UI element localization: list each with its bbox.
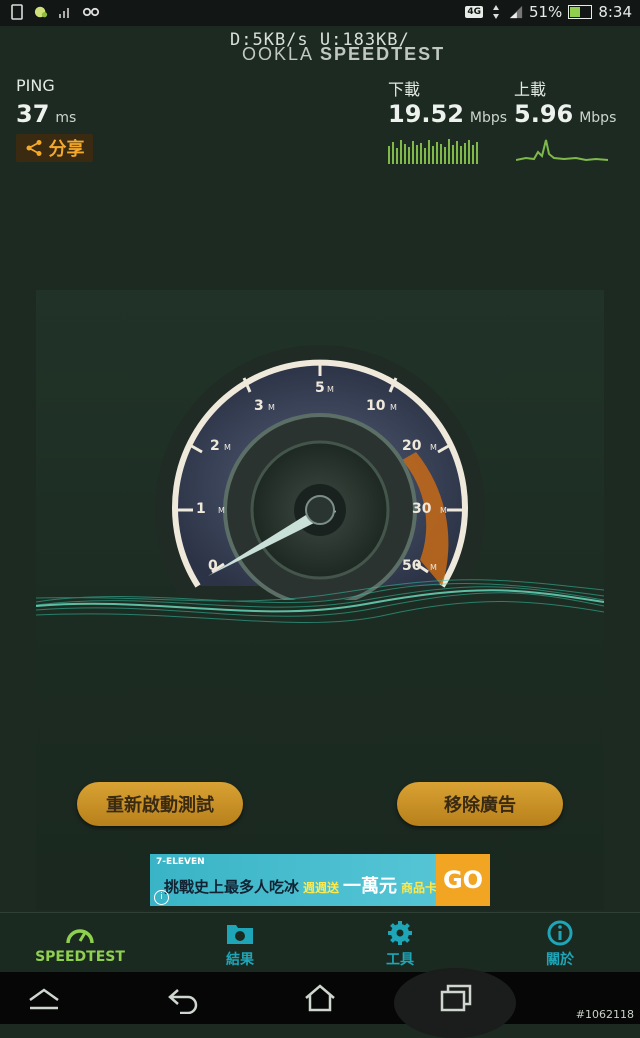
chat-app-icon [34,6,48,18]
svg-text:M: M [268,403,275,412]
clock: 8:34 [598,3,632,21]
tab-about[interactable]: 關於 [505,919,615,969]
upload-value: 5.96 Mbps [514,100,617,128]
bottom-tab-bar: SPEEDTEST 結果 工具 關於 [0,912,640,973]
gauge-label-2: 2 [210,438,220,454]
home-icon[interactable] [300,982,340,1014]
tab-tools[interactable]: 工具 [345,919,455,969]
gear-icon [388,921,412,945]
ping-label: PING [16,76,55,95]
ookla-logo: OOKLA SPEEDTEST [242,44,446,64]
svg-text:M: M [430,443,437,452]
share-button[interactable]: 分享 [16,134,93,162]
tab-speedtest-label: SPEEDTEST [35,949,125,965]
restart-test-button[interactable]: 重新啟動測試 [77,782,243,826]
ad-banner[interactable]: 7-ELEVEN 挑戰史上最多人吃冰 週週送 一萬元 商品卡 i GO [150,854,490,906]
upload-sparkline [516,139,608,162]
gauge-label-20: 20 [402,438,422,454]
remove-ads-button[interactable]: 移除廣告 [397,782,563,826]
download-value: 19.52 Mbps [388,100,508,128]
status-icons-right: 4G 51% 8:34 [465,3,632,21]
recents-icon[interactable] [436,982,476,1014]
device-icon [11,4,23,20]
cell-signal-icon [509,5,523,19]
data-arrows-icon [492,5,499,19]
collapse-icon[interactable] [24,982,64,1014]
info-icon [547,920,573,946]
svg-text:M: M [224,443,231,452]
gauge-label-10: 10 [366,398,386,414]
tab-speedtest[interactable]: SPEEDTEST [25,919,135,965]
tab-results[interactable]: 結果 [185,919,295,969]
share-label: 分享 [48,139,85,160]
gauge-label-5: 5 [315,380,325,396]
svg-text:M: M [440,506,447,515]
signal-icon [59,8,69,18]
ping-value: 37 ms [16,100,77,128]
status-icons-left [10,4,100,20]
ad-brand: 7-ELEVEN [156,857,205,867]
tab-tools-label: 工具 [386,952,414,968]
ad-headline: 挑戰史上最多人吃冰 週週送 一萬元 商品卡 [164,876,438,897]
svg-text:M: M [327,385,334,394]
share-icon [26,140,41,156]
folder-results-icon [227,925,253,944]
speedometer-icon [66,929,94,944]
svg-text:M: M [218,506,225,515]
gauge-label-3: 3 [254,398,264,414]
image-watermark: #1062118 [575,1008,634,1021]
wave-effect [36,579,604,624]
upload-label: 上載 [514,80,547,99]
download-sparkline [388,139,478,164]
back-icon[interactable] [164,982,204,1014]
download-label: 下載 [388,80,421,99]
ad-info-icon[interactable]: i [154,890,169,905]
tab-results-label: 結果 [226,952,254,968]
gauge-label-1: 1 [196,501,206,517]
tab-about-label: 關於 [546,952,574,968]
status-bar: 4G 51% 8:34 [0,0,640,26]
gauge-label-30: 30 [412,501,432,517]
battery-icon [568,5,593,19]
network-type-badge: 4G [465,6,483,18]
link-icon [82,7,100,17]
svg-text:M: M [390,403,397,412]
ad-go-button[interactable]: GO [436,854,490,906]
battery-percent: 51% [528,3,563,21]
